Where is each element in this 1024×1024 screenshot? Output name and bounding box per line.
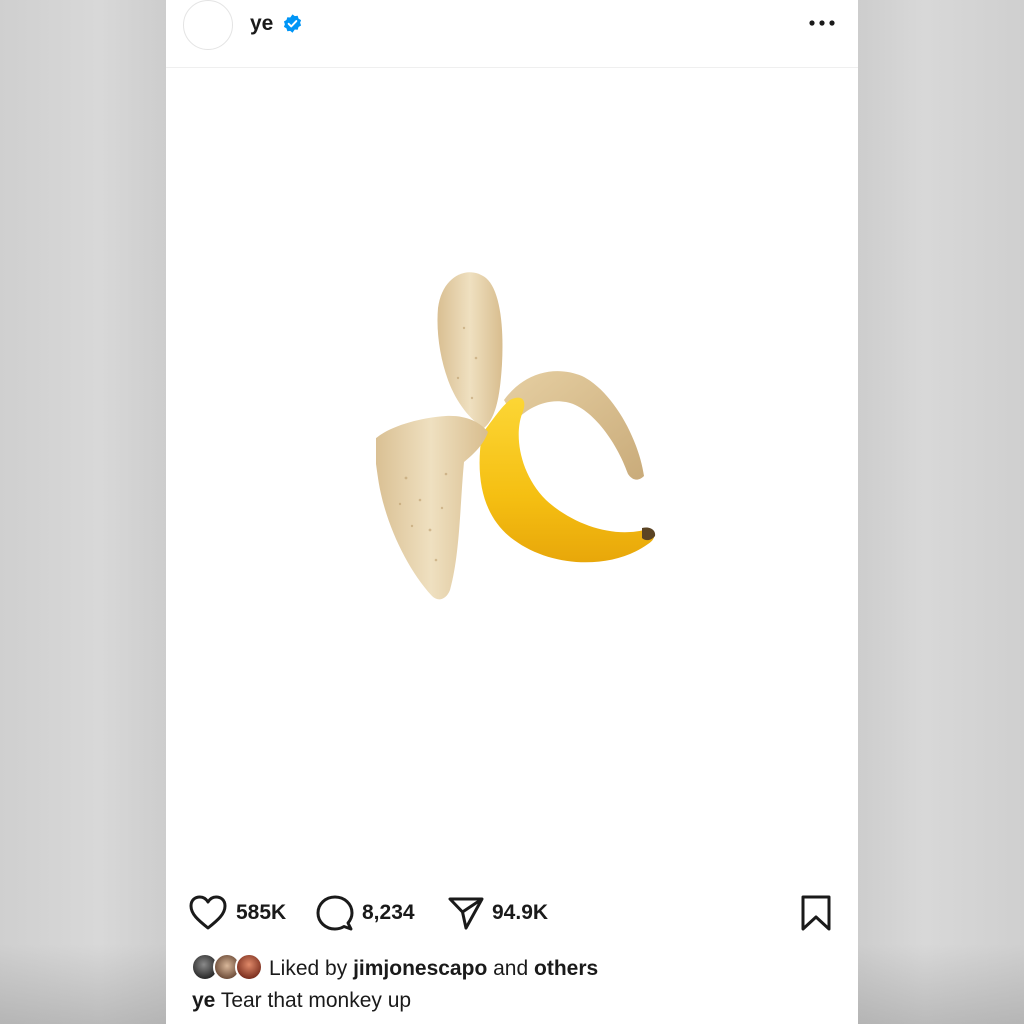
liked-by-prefix: Liked by — [269, 957, 348, 980]
comment-count[interactable]: 8,234 — [362, 900, 415, 926]
peeled-banana-image — [376, 272, 656, 600]
post-image[interactable] — [166, 68, 858, 868]
liker-avatar[interactable] — [235, 953, 263, 981]
post-actions: 585K 8,234 94.9K — [166, 890, 858, 936]
heart-icon[interactable] — [188, 894, 228, 932]
verified-badge-icon — [283, 14, 302, 33]
liked-by-user-link[interactable]: jimjonescapo — [353, 957, 487, 980]
liked-by-text: Liked by jimjonescapo and others — [269, 956, 598, 982]
profile-avatar[interactable] — [183, 0, 233, 50]
post-username[interactable]: ye — [250, 11, 273, 37]
instagram-post: ye 585K 8,234 94.9K Liked by jimjonescap… — [166, 0, 858, 1024]
post-caption: ye Tear that monkey up — [192, 988, 411, 1014]
share-count[interactable]: 94.9K — [492, 900, 548, 926]
liked-by-row: Liked by jimjonescapo and others — [166, 950, 858, 984]
liked-by-connector: and — [493, 957, 529, 980]
paper-plane-icon[interactable] — [447, 894, 485, 932]
post-header: ye — [166, 0, 858, 68]
background-left — [0, 0, 166, 1024]
more-dots-icon[interactable] — [806, 12, 838, 34]
bookmark-icon[interactable] — [800, 894, 832, 932]
caption-text: Tear that monkey up — [220, 989, 412, 1012]
liked-by-others-link[interactable]: others — [534, 957, 598, 980]
comment-bubble-icon[interactable] — [316, 894, 354, 932]
like-count[interactable]: 585K — [236, 900, 286, 926]
background-right — [858, 0, 1024, 1024]
caption-username[interactable]: ye — [192, 989, 215, 1012]
